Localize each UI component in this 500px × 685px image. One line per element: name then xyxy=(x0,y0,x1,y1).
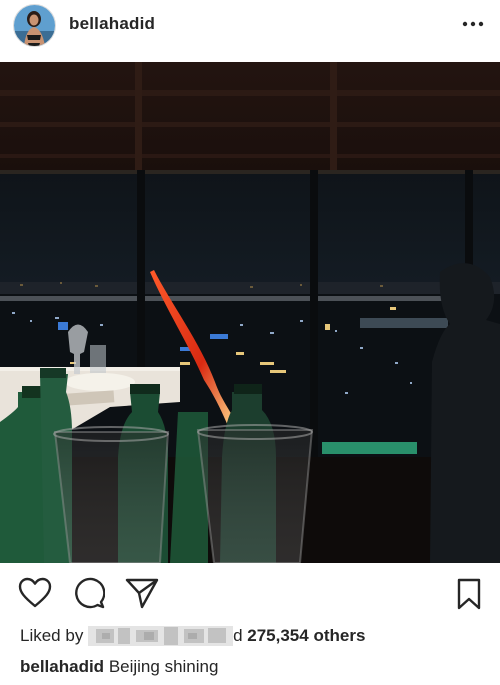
bookmark-icon[interactable] xyxy=(456,578,482,610)
post-username[interactable]: bellahadid xyxy=(69,14,155,34)
avatar-image xyxy=(14,5,55,46)
heart-icon[interactable] xyxy=(18,577,52,609)
caption-text: Beijing shining xyxy=(108,657,219,676)
caption-username[interactable]: bellahadid xyxy=(20,657,104,676)
profile-avatar[interactable] xyxy=(13,4,56,47)
paper-plane-icon[interactable] xyxy=(125,577,159,609)
post-caption: bellahadid Beijing shining xyxy=(20,656,218,678)
post-photo[interactable] xyxy=(0,62,500,563)
likes-redacted-tail: d xyxy=(233,626,243,645)
likes-count[interactable]: 275,354 others xyxy=(247,626,365,645)
likes-prefix: Liked by xyxy=(20,626,84,645)
comment-bubble-icon[interactable] xyxy=(73,577,105,609)
likes-line[interactable]: Liked by d 275,354 others xyxy=(20,625,365,647)
night-city-image xyxy=(0,62,500,563)
redacted-username-blur xyxy=(88,626,234,646)
post-header: bellahadid xyxy=(0,0,500,62)
post-action-bar xyxy=(0,563,500,623)
more-options-icon[interactable] xyxy=(462,18,484,30)
